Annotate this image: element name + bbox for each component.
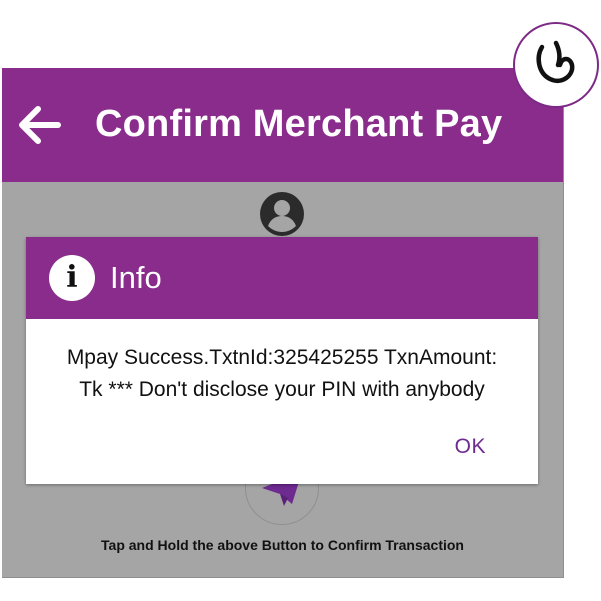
dialog-header: i Info	[26, 237, 538, 319]
back-button[interactable]	[16, 102, 64, 148]
brand-logo	[513, 22, 599, 108]
dialog-message-line-2: Tk *** Don't disclose your PIN with anyb…	[79, 378, 485, 401]
screenshot-stage: Confirm Merchant Pay Tap and Hold the ab…	[0, 0, 601, 601]
confirm-hint-text: Tap and Hold the above Button to Confirm…	[101, 537, 464, 553]
ok-button[interactable]: OK	[455, 432, 486, 462]
account-circle-icon	[260, 192, 304, 236]
app-bar: Confirm Merchant Pay	[2, 68, 563, 182]
info-icon: i	[49, 255, 95, 301]
brand-logo-icon	[536, 40, 575, 83]
dialog-message-line-1: Mpay Success.TxtnId:325425255 TxnAmount:	[66, 346, 498, 369]
dialog-title: Info	[110, 260, 162, 295]
arrow-left-icon	[19, 106, 61, 144]
page-title: Confirm Merchant Pay	[95, 103, 503, 145]
dialog-message: Mpay Success.TxtnId:325425255 TxnAmount:…	[26, 342, 538, 406]
info-dialog: i Info Mpay Success.TxtnId:325425255 Txn…	[26, 237, 538, 484]
